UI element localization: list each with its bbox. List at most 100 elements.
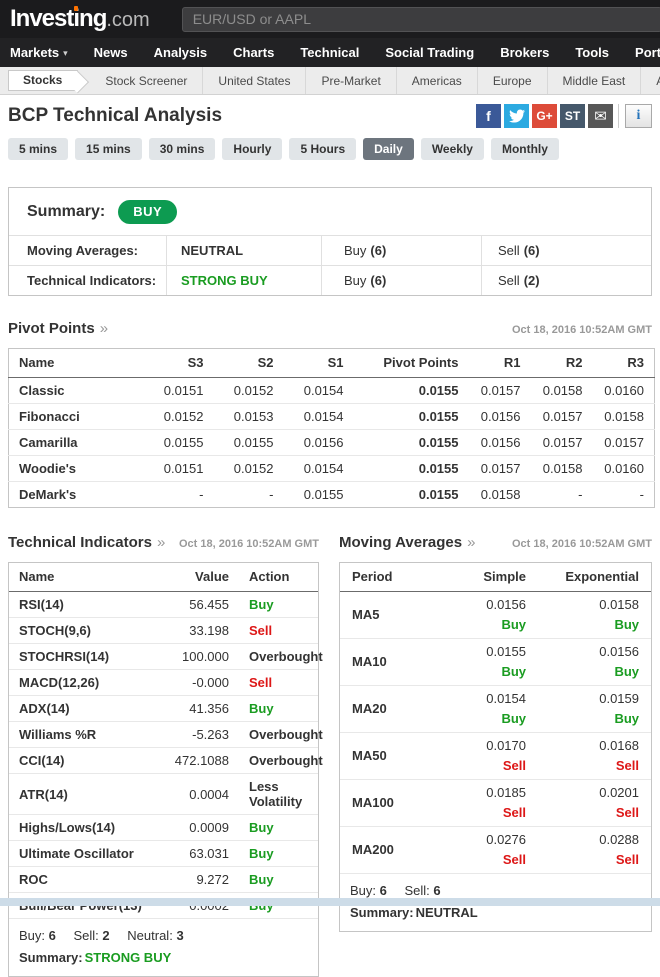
ma-exponential-cell: 0.0159Buy: [538, 691, 651, 726]
nav-item-charts[interactable]: Charts: [220, 45, 287, 60]
email-icon[interactable]: ✉: [588, 104, 613, 128]
ma-simple-cell: 0.0154Buy: [432, 691, 538, 726]
breadcrumb-item-stocks[interactable]: Stocks: [8, 70, 78, 91]
moving-averages-table-header: Period Simple Exponential: [340, 563, 651, 592]
indicator-row-macd-12-26: MACD(12,26)-0.000Sell: [9, 670, 318, 696]
indicator-name: ADX(14): [9, 696, 157, 722]
sell-label: Sell: [498, 243, 520, 258]
breadcrumb-item-united-states[interactable]: United States: [203, 67, 306, 95]
indicator-value: 0.0009: [157, 815, 239, 841]
logo-text-end: ng: [79, 5, 106, 32]
ma-simple-cell: 0.0155Buy: [432, 644, 538, 679]
nav-item-news[interactable]: News: [81, 45, 141, 60]
ma-row-ma20: MA200.0154Buy0.0159Buy: [340, 685, 651, 732]
pivot-value: 0.0155: [354, 404, 469, 430]
ma-exponential-action: Sell: [538, 852, 639, 867]
timeframe-tab-5-mins[interactable]: 5 mins: [8, 138, 68, 160]
indicator-name: Williams %R: [9, 722, 157, 748]
indicator-row-adx-14: ADX(14)41.356Buy: [9, 696, 318, 722]
breadcrumb-item-stock-screener[interactable]: Stock Screener: [90, 67, 203, 95]
indicator-action: Overbought: [239, 748, 318, 774]
breadcrumb-item-europe[interactable]: Europe: [478, 67, 548, 95]
chevron-right-icon[interactable]: »: [467, 534, 475, 551]
nav-item-tools[interactable]: Tools: [562, 45, 622, 60]
level-value: 0.0155: [139, 430, 214, 456]
pivot-points-header: Pivot Points » Oct 18, 2016 10:52AM GMT: [0, 320, 660, 337]
timeframe-tab-30-mins[interactable]: 30 mins: [149, 138, 216, 160]
ma-simple-cell: 0.0156Buy: [432, 597, 538, 632]
breadcrumb-item-middle-east[interactable]: Middle East: [548, 67, 642, 95]
investing-logo[interactable]: Investing.com: [10, 5, 150, 33]
column-header-name: Name: [9, 349, 139, 378]
timeframe-tab-monthly[interactable]: Monthly: [491, 138, 559, 160]
twitter-icon[interactable]: [504, 104, 529, 128]
summary-row-value: NEUTRAL: [166, 236, 321, 265]
nav-item-portfolio[interactable]: Portfolio: [622, 45, 660, 60]
level-value: 0.0154: [284, 456, 354, 482]
facebook-icon[interactable]: f: [476, 104, 501, 128]
ma-exponential-action: Sell: [538, 758, 639, 773]
breadcrumb-item-asia-pacific[interactable]: Asia/Pacific: [641, 67, 660, 95]
breadcrumb-item-pre-market[interactable]: Pre-Market: [306, 67, 396, 95]
nav-item-brokers[interactable]: Brokers: [487, 45, 562, 60]
timeframe-tab-15-mins[interactable]: 15 mins: [75, 138, 142, 160]
level-value: -: [214, 482, 284, 508]
timeframe-tab-daily[interactable]: Daily: [363, 138, 414, 160]
pivot-points-title-link[interactable]: Pivot Points: [8, 320, 95, 337]
level-value: 0.0151: [139, 378, 214, 404]
indicator-action: Buy: [239, 841, 318, 867]
nav-item-markets[interactable]: Markets▾: [10, 45, 81, 60]
moving-averages-title-link[interactable]: Moving Averages: [339, 534, 462, 551]
indicator-value: 100.000: [157, 644, 239, 670]
pivot-points-timestamp: Oct 18, 2016 10:52AM GMT: [512, 324, 652, 336]
indicator-action: Buy: [239, 867, 318, 893]
ma-period-name: MA200: [340, 832, 432, 867]
stocktwits-icon[interactable]: ST: [560, 104, 585, 128]
indicator-name: Highs/Lows(14): [9, 815, 157, 841]
ma-simple-action: Buy: [432, 617, 526, 632]
indicator-row-stochrsi-14: STOCHRSI(14)100.000Overbought: [9, 644, 318, 670]
nav-item-technical[interactable]: Technical: [287, 45, 372, 60]
summary-word: Summary:: [19, 950, 83, 965]
logo-text: Invest: [10, 5, 73, 32]
timeframe-tab-5-hours[interactable]: 5 Hours: [289, 138, 356, 160]
logo-accent-letter: i: [73, 5, 79, 32]
indicator-value: 33.198: [157, 618, 239, 644]
ma-exponential-value: 0.0288: [538, 832, 639, 847]
sell-count-label: Sell:: [74, 928, 99, 943]
chevron-right-icon[interactable]: »: [100, 320, 108, 337]
level-value: 0.0152: [214, 456, 284, 482]
info-button[interactable]: i: [625, 104, 652, 128]
chevron-right-icon[interactable]: »: [157, 534, 165, 551]
ma-exponential-cell: 0.0168Sell: [538, 738, 651, 773]
pivot-value: 0.0155: [354, 482, 469, 508]
nav-item-analysis[interactable]: Analysis: [141, 45, 220, 60]
technical-indicators-title-link[interactable]: Technical Indicators: [8, 534, 152, 551]
pivot-method-name: DeMark's: [9, 482, 139, 508]
timeframe-tab-weekly[interactable]: Weekly: [421, 138, 484, 160]
ma-simple-action: Sell: [432, 805, 526, 820]
indicator-row-roc: ROC9.272Buy: [9, 867, 318, 893]
breadcrumb-item-americas[interactable]: Americas: [397, 67, 478, 95]
indicator-row-ultimate-oscillator: Ultimate Oscillator63.031Buy: [9, 841, 318, 867]
nav-item-social-trading[interactable]: Social Trading: [372, 45, 487, 60]
technical-indicators-summary: Buy: 6 Sell: 2 Neutral: 3 Summary:STRONG…: [9, 918, 318, 976]
buy-count: 6: [380, 883, 387, 898]
indicator-row-cci-14: CCI(14)472.1088Overbought: [9, 748, 318, 774]
indicator-value: -5.263: [157, 722, 239, 748]
moving-averages-box: Period Simple Exponential MA50.0156Buy0.…: [339, 562, 652, 932]
indicator-value: 472.1088: [157, 748, 239, 774]
moving-averages-header: Moving Averages » Oct 18, 2016 10:52AM G…: [339, 534, 652, 551]
sell-count: (6): [524, 243, 540, 258]
level-value: 0.0157: [593, 430, 655, 456]
indicator-action: Sell: [239, 618, 318, 644]
column-header-s3: S3: [139, 349, 214, 378]
indicator-row-atr-14: ATR(14)0.0004Less Volatility: [9, 774, 318, 815]
buy-label: Buy: [344, 273, 366, 288]
sell-count: 2: [102, 928, 109, 943]
timeframe-tab-hourly[interactable]: Hourly: [222, 138, 282, 160]
summary-box: Summary: BUY Moving Averages:NEUTRALBuy(…: [8, 187, 652, 296]
search-input[interactable]: [182, 7, 660, 32]
indicator-action: Sell: [239, 670, 318, 696]
google-plus-icon[interactable]: G+: [532, 104, 557, 128]
